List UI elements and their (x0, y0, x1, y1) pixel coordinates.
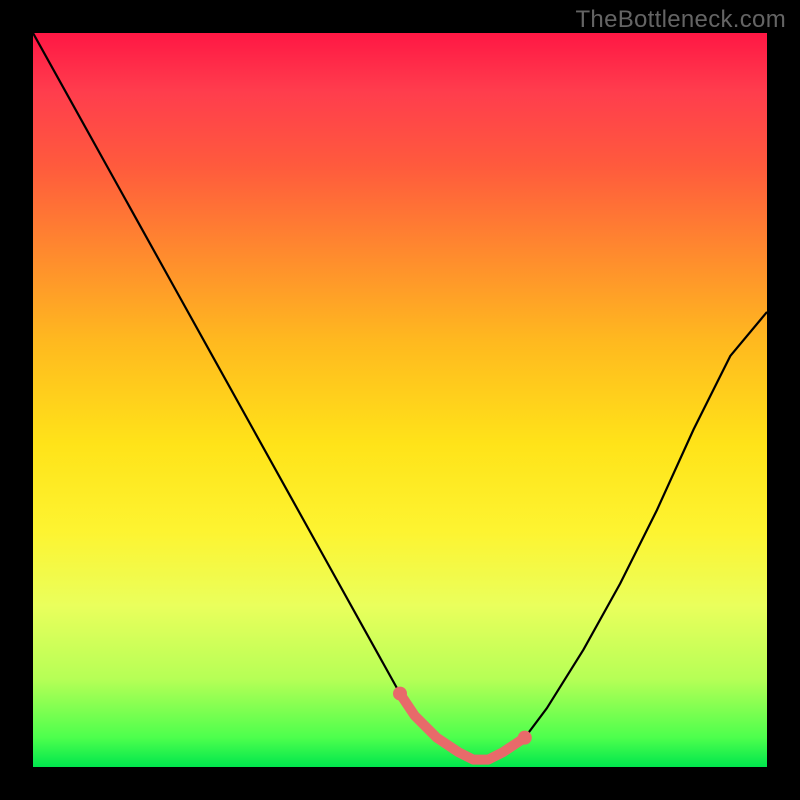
main-curve-path (33, 33, 767, 760)
plot-area (33, 33, 767, 767)
chart-frame: TheBottleneck.com (0, 0, 800, 800)
highlight-point-start (393, 687, 407, 701)
highlight-point-end (518, 731, 532, 745)
watermark-text: TheBottleneck.com (575, 6, 786, 34)
chart-svg (33, 33, 767, 767)
highlight-curve-path (400, 694, 525, 760)
